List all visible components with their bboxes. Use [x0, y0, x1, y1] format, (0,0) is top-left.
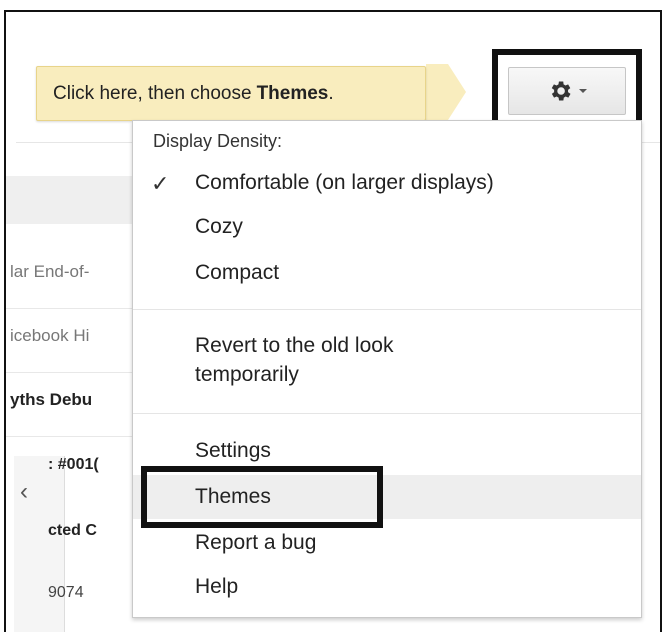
menu-item-help[interactable]: Help — [133, 567, 641, 607]
gear-icon — [551, 81, 571, 101]
tooltip-emphasis: Themes — [256, 82, 329, 104]
checkmark-icon: ✓ — [151, 171, 170, 196]
tooltip-suffix: . — [328, 82, 334, 104]
row-divider — [6, 308, 146, 309]
menu-item-label: Revert to the old look temporarily — [195, 334, 394, 386]
tooltip-text: Click here, then choose — [53, 82, 252, 104]
row-divider — [6, 372, 146, 373]
menu-item-compact[interactable]: Compact — [133, 253, 641, 293]
settings-gear-button[interactable] — [508, 67, 626, 115]
menu-item-label: Cozy — [195, 215, 243, 238]
menu-item-settings[interactable]: Settings — [133, 431, 641, 471]
list-toolbar-band — [6, 176, 146, 224]
message-snippet[interactable]: : #001( — [48, 456, 99, 474]
display-density-heading: Display Density: — [153, 131, 283, 151]
menu-item-label: Settings — [195, 439, 271, 462]
menu-separator — [133, 309, 641, 310]
tooltip-pointer — [426, 64, 466, 120]
menu-item-comfortable[interactable]: ✓ Comfortable (on larger displays) — [133, 163, 641, 203]
menu-separator — [133, 413, 641, 414]
menu-item-label: Report a bug — [195, 531, 317, 554]
gear-annotation-box — [492, 49, 642, 131]
menu-item-label: Compact — [195, 261, 280, 284]
menu-item-label: Help — [195, 575, 239, 598]
menu-item-revert-old-look[interactable]: Revert to the old look temporarily — [133, 327, 641, 391]
menu-item-cozy[interactable]: Cozy — [133, 207, 641, 247]
message-snippet[interactable]: lar End-of- — [10, 262, 89, 282]
screenshot-frame: lar End-of- icebook Hi yths Debu ‹ : #00… — [4, 10, 662, 632]
menu-item-label: Comfortable (on larger displays) — [195, 171, 494, 194]
message-snippet[interactable]: icebook Hi — [10, 326, 89, 346]
message-snippet[interactable]: 9074 — [48, 584, 84, 602]
row-divider — [6, 436, 146, 437]
message-snippet[interactable]: yths Debu — [10, 390, 92, 410]
themes-hint-tooltip: Click here, then choose Themes . — [36, 66, 426, 121]
menu-item-report-bug[interactable]: Report a bug — [133, 523, 641, 563]
chevron-left-icon[interactable]: ‹ — [20, 478, 28, 506]
themes-annotation-box — [141, 466, 383, 528]
message-snippet[interactable]: cted C — [48, 522, 97, 540]
settings-dropdown-menu: Display Density: ✓ Comfortable (on large… — [132, 120, 642, 618]
chevron-down-icon — [579, 89, 587, 93]
